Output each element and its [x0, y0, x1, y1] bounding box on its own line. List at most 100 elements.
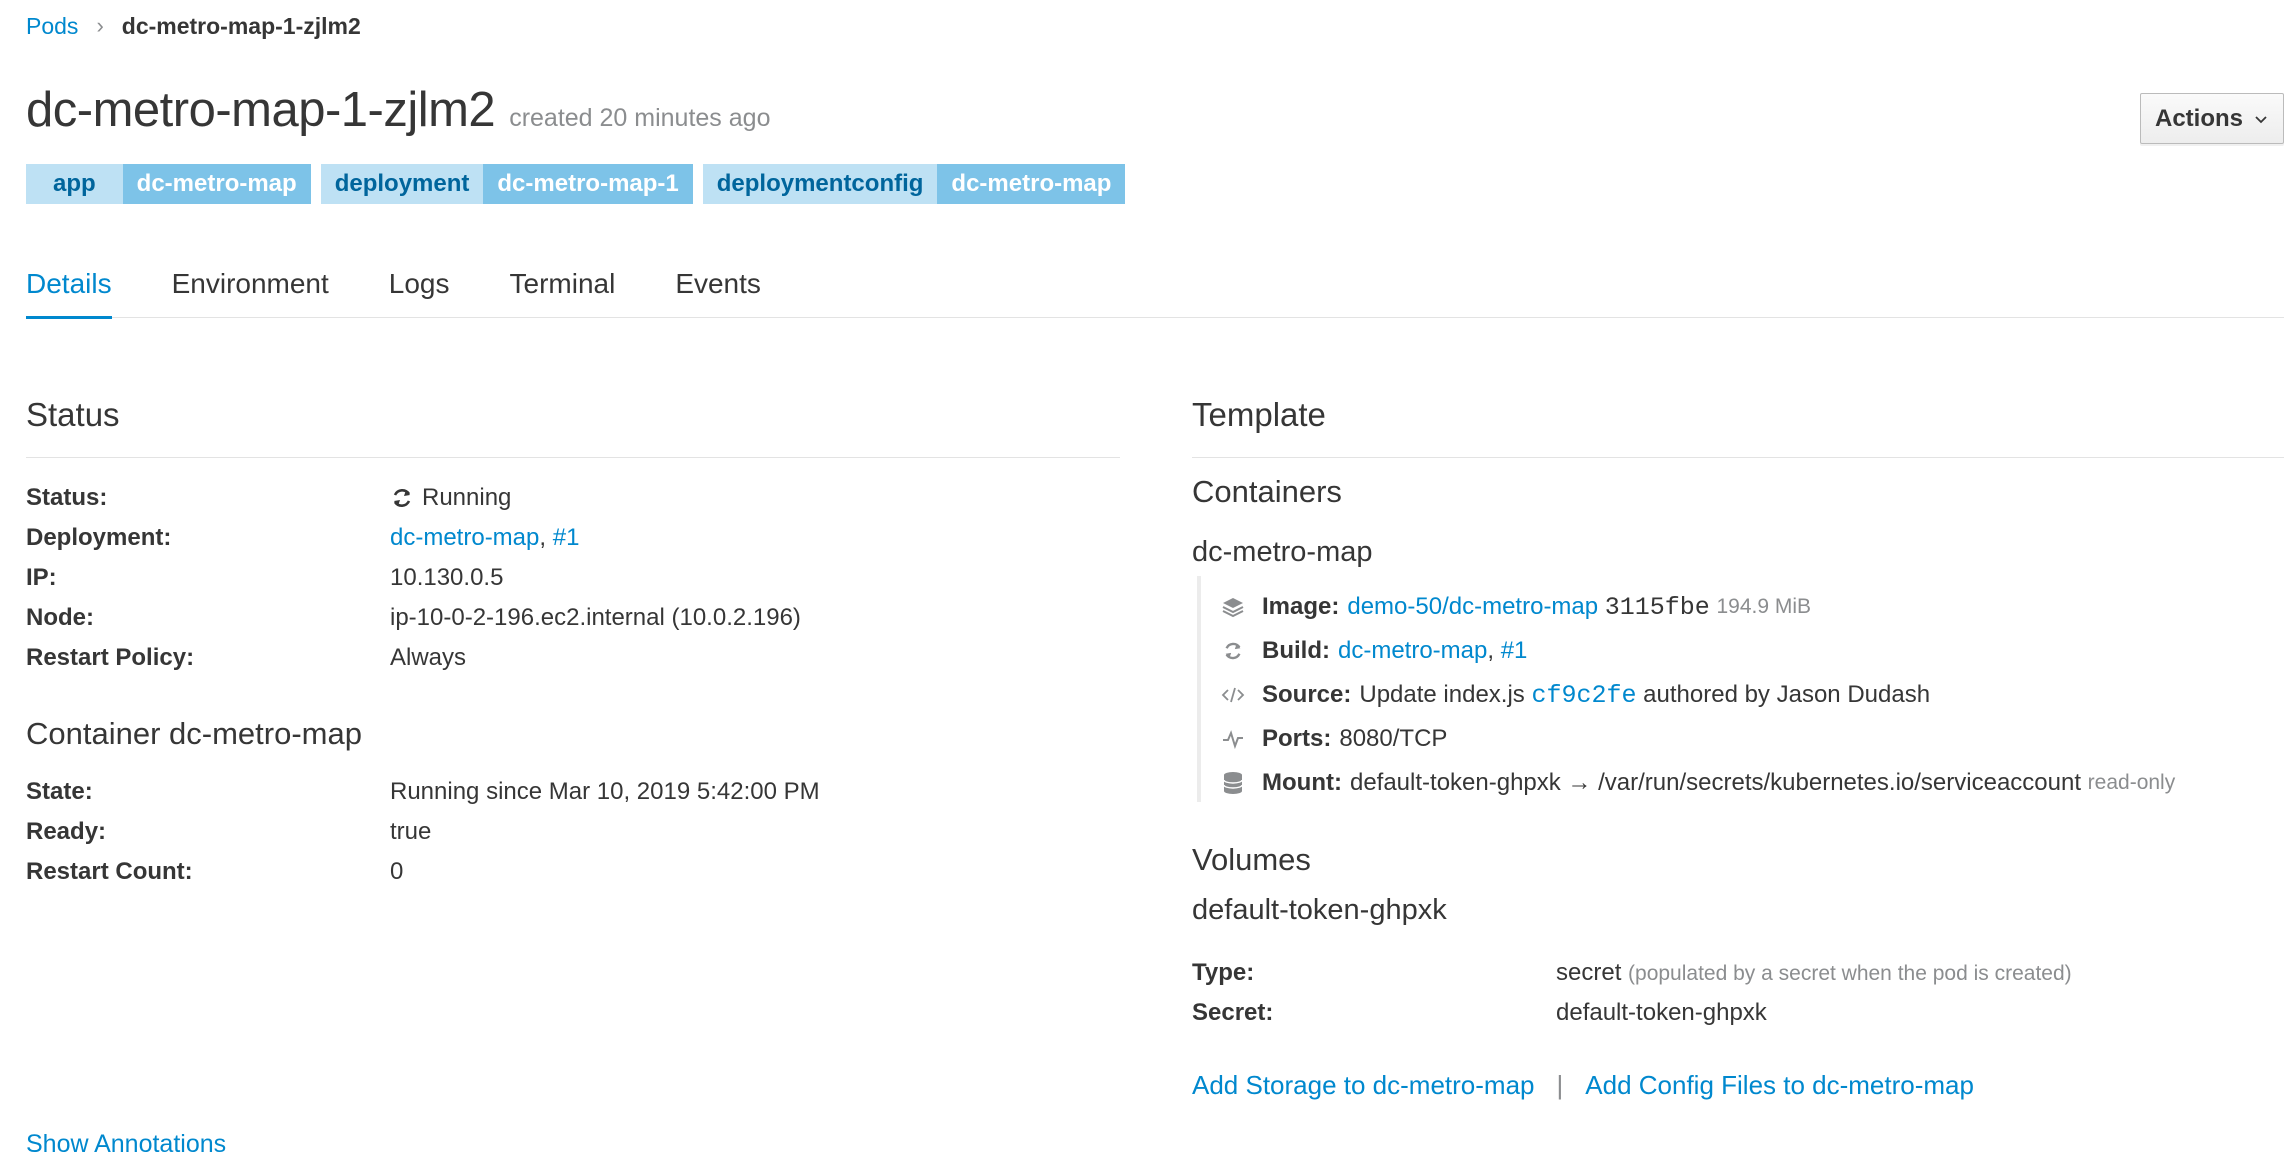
breadcrumb: Pods › dc-metro-map-1-zjlm2: [26, 10, 361, 42]
actions-button[interactable]: Actions: [2140, 93, 2284, 144]
ports-row: Ports: 8080/TCP: [1220, 719, 1447, 759]
restart-count-label: Restart Count:: [26, 858, 193, 885]
chevron-right-icon: ›: [96, 13, 104, 38]
tab-logs[interactable]: Logs: [389, 258, 450, 318]
source-label: Source:: [1262, 681, 1352, 708]
tab-events[interactable]: Events: [675, 258, 761, 318]
container-detail-border: [1197, 576, 1201, 802]
label-key[interactable]: deployment: [320, 164, 484, 204]
image-size: 194.9 MiB: [1716, 595, 1812, 618]
mount-row: Mount: default-token-ghpxk → /var/run/se…: [1220, 763, 2175, 803]
volume-type-value: secret: [1556, 959, 1622, 986]
label-app: app dc-metro-map: [26, 164, 311, 204]
status-row: Status: Running: [26, 480, 511, 516]
source-row: Source: Update index.js cf9c2fe authored…: [1220, 675, 1930, 715]
tab-bar: Details Environment Logs Terminal Events: [26, 258, 2284, 319]
volume-secret-row: Secret: default-token-ghpxk: [1192, 995, 1767, 1031]
tab-details[interactable]: Details: [26, 258, 112, 319]
volume-type-note: (populated by a secret when the pod is c…: [1628, 962, 2072, 985]
source-message: Update index.js: [1359, 681, 1525, 708]
page-header: dc-metro-map-1-zjlm2 created 20 minutes …: [26, 82, 770, 142]
comma: ,: [1487, 637, 1495, 664]
deployment-value: dc-metro-map, #1: [390, 524, 579, 552]
ready-value: true: [390, 818, 432, 845]
deployment-version-link[interactable]: #1: [553, 524, 580, 551]
mount-value: default-token-ghpxk → /var/run/secrets/k…: [1349, 769, 2081, 796]
deployment-row: Deployment: dc-metro-map, #1: [26, 520, 579, 556]
refresh-icon: [1220, 638, 1246, 664]
image-link[interactable]: demo-50/dc-metro-map: [1347, 593, 1598, 621]
mount-label: Mount:: [1262, 769, 1342, 796]
ports-value: 8080/TCP: [1339, 725, 1448, 752]
code-icon: [1220, 682, 1246, 708]
node-row: Node: ip-10-0-2-196.ec2.internal (10.0.2…: [26, 600, 801, 636]
chevron-down-icon: [2255, 115, 2267, 123]
status-heading: Status: [26, 396, 120, 433]
comma: ,: [539, 524, 547, 551]
ready-label: Ready:: [26, 818, 107, 845]
created-timestamp: created 20 minutes ago: [509, 104, 771, 132]
volume-name: default-token-ghpxk: [1192, 894, 1447, 926]
label-key[interactable]: deploymentconfig: [702, 164, 938, 204]
pod-labels: app dc-metro-map deployment dc-metro-map…: [26, 164, 1126, 204]
status-value-wrap: Running: [390, 484, 511, 512]
container-status-heading: Container dc-metro-map: [26, 716, 362, 751]
deployment-label: Deployment:: [26, 524, 172, 551]
restart-count-row: Restart Count: 0: [26, 854, 403, 890]
volume-secret-label: Secret:: [1192, 999, 1274, 1026]
containers-heading: Containers: [1192, 474, 1342, 509]
ip-label: IP:: [26, 564, 57, 591]
source-commit-link[interactable]: cf9c2fe: [1531, 681, 1636, 710]
sync-icon: [393, 489, 411, 507]
breadcrumb-current: dc-metro-map-1-zjlm2: [121, 12, 361, 39]
restart-policy-row: Restart Policy: Always: [26, 640, 466, 676]
layers-icon: [1220, 594, 1246, 620]
database-icon: [1220, 770, 1246, 796]
build-label: Build:: [1262, 637, 1330, 664]
restart-policy-value: Always: [390, 644, 467, 671]
volumes-heading: Volumes: [1192, 842, 1311, 877]
ready-row: Ready: true: [26, 814, 431, 850]
ip-row: IP: 10.130.0.5: [26, 560, 503, 596]
breadcrumb-pods-link[interactable]: Pods: [26, 13, 78, 40]
volume-type-label: Type:: [1192, 959, 1255, 986]
status-label: Status:: [26, 484, 108, 511]
ports-label: Ports:: [1262, 725, 1332, 752]
mount-mode: read-only: [2087, 771, 2176, 794]
pulse-icon: [1220, 726, 1246, 752]
label-key[interactable]: app: [26, 164, 123, 204]
status-value: Running: [422, 484, 512, 511]
page-title: dc-metro-map-1-zjlm2: [26, 83, 496, 137]
actions-button-label: Actions: [2154, 104, 2243, 132]
tab-terminal[interactable]: Terminal: [510, 258, 616, 318]
status-divider: [26, 457, 1120, 458]
state-row: State: Running since Mar 10, 2019 5:42:0…: [26, 774, 820, 810]
volume-secret-link[interactable]: default-token-ghpxk: [1556, 999, 1767, 1027]
label-value[interactable]: dc-metro-map-1: [483, 164, 693, 204]
image-hash: 3115fbe: [1604, 592, 1710, 622]
template-heading: Template: [1192, 396, 1326, 433]
container-name: dc-metro-map: [1192, 536, 1373, 568]
image-row: Image: demo-50/dc-metro-map 3115fbe 194.…: [1220, 587, 1811, 627]
deployment-link[interactable]: dc-metro-map: [390, 524, 539, 551]
build-row: Build: dc-metro-map, #1: [1220, 631, 1527, 671]
image-label: Image:: [1262, 593, 1340, 620]
add-config-files-link[interactable]: Add Config Files to dc-metro-map: [1585, 1070, 1974, 1101]
show-annotations-link[interactable]: Show Annotations: [26, 1130, 226, 1159]
label-deploymentconfig: deploymentconfig dc-metro-map: [702, 164, 1126, 204]
state-label: State:: [26, 778, 93, 805]
volume-type-row: Type: secret (populated by a secret when…: [1192, 955, 2072, 991]
node-label: Node:: [26, 604, 94, 631]
restart-policy-label: Restart Policy:: [26, 644, 195, 671]
label-value[interactable]: dc-metro-map: [937, 164, 1126, 204]
label-value[interactable]: dc-metro-map: [122, 164, 311, 204]
node-value: ip-10-0-2-196.ec2.internal (10.0.2.196): [390, 604, 801, 631]
label-deployment: deployment dc-metro-map-1: [320, 164, 693, 204]
tab-environment[interactable]: Environment: [172, 258, 329, 318]
add-storage-link[interactable]: Add Storage to dc-metro-map: [1192, 1070, 1535, 1101]
source-author: authored by Jason Dudash: [1643, 681, 1931, 708]
template-actions: Add Storage to dc-metro-map | Add Config…: [1192, 1070, 1974, 1101]
build-number-link[interactable]: #1: [1501, 637, 1528, 665]
volume-type-value-wrap: secret (populated by a secret when the p…: [1556, 959, 2072, 987]
build-link[interactable]: dc-metro-map: [1338, 637, 1487, 665]
